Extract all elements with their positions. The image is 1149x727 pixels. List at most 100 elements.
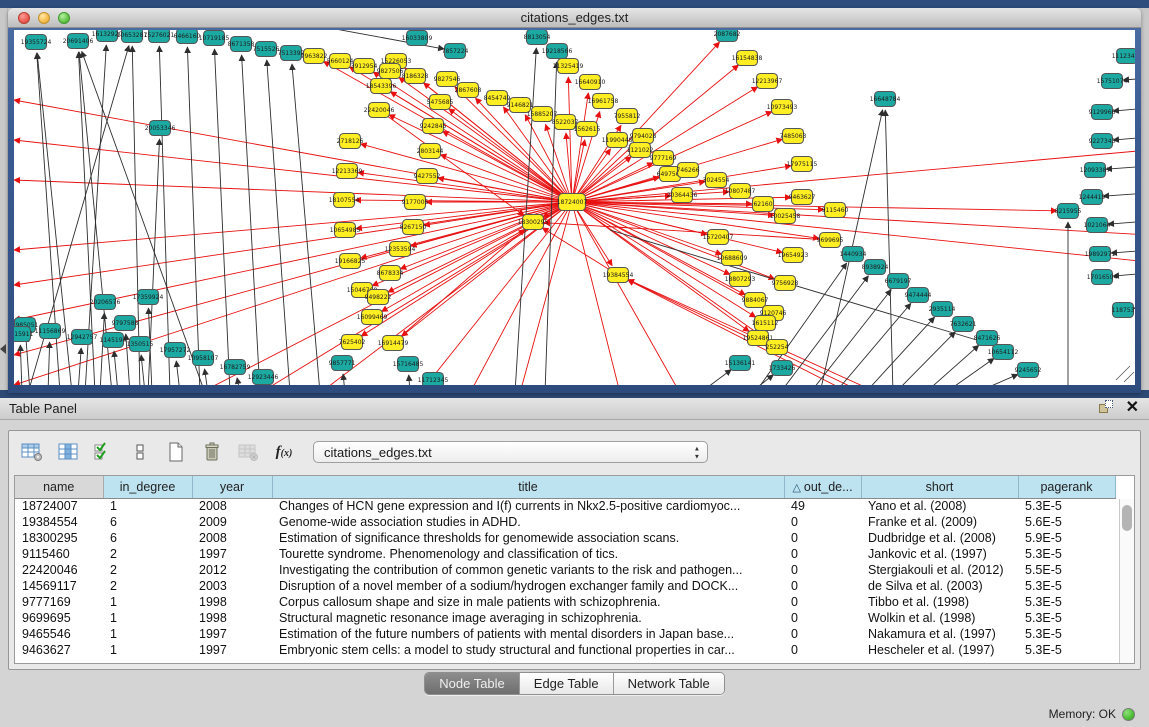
network-node[interactable]: 19218566 [542, 44, 573, 59]
table-cell[interactable]: Estimation of significance thresholds fo… [272, 530, 784, 546]
table-cell[interactable]: 18724007 [15, 498, 103, 514]
network-node[interactable]: 8186328 [402, 69, 429, 84]
column-header-pagerank[interactable]: pagerank [1018, 476, 1115, 498]
table-cell[interactable]: 9463627 [15, 642, 103, 658]
network-node[interactable]: 9474444 [905, 288, 932, 303]
network-node[interactable]: 16648784 [870, 92, 901, 107]
table-cell[interactable]: 5.3E-5 [1018, 626, 1115, 642]
network-node[interactable]: 9699695 [817, 233, 844, 248]
network-node[interactable]: 7632621 [950, 317, 977, 332]
network-node[interactable]: 9777169 [650, 151, 677, 166]
network-node[interactable]: 8671358 [228, 37, 255, 52]
table-cell[interactable]: 5.6E-5 [1018, 514, 1115, 530]
network-node[interactable]: 18543396 [366, 79, 397, 94]
table-cell[interactable]: 0 [784, 578, 861, 594]
table-cell[interactable]: 5.3E-5 [1018, 610, 1115, 626]
network-node[interactable]: 12353594 [385, 242, 416, 257]
table-cell[interactable]: 18300295 [15, 530, 103, 546]
table-cell[interactable]: 22420046 [15, 562, 103, 578]
network-node[interactable]: 9427552 [414, 169, 441, 184]
table-cell[interactable]: 1997 [192, 642, 272, 658]
network-node[interactable]: 15720407 [703, 230, 734, 245]
network-node[interactable]: 1440934 [840, 247, 867, 262]
table-cell[interactable]: 0 [784, 562, 861, 578]
network-node[interactable]: 9227343 [1089, 134, 1116, 149]
network-node[interactable]: 9756928 [772, 276, 799, 291]
network-node[interactable]: 1562615 [574, 122, 601, 137]
network-node[interactable]: 9857771 [329, 356, 356, 371]
network-node[interactable]: 2935114 [929, 302, 956, 317]
table-cell[interactable]: 1997 [192, 626, 272, 642]
network-node[interactable]: 5660124 [327, 54, 354, 69]
table-cell[interactable]: 2003 [192, 578, 272, 594]
table-cell[interactable]: 9777169 [15, 594, 103, 610]
table-row[interactable]: 1830029562008Estimation of significance … [15, 530, 1115, 546]
network-node[interactable]: 16154838 [732, 51, 763, 66]
network-node[interactable]: 10958107 [188, 351, 219, 366]
network-node[interactable]: 10688609 [717, 251, 748, 266]
row-height-icon[interactable] [127, 439, 153, 465]
table-cell[interactable]: 9465546 [15, 626, 103, 642]
network-node[interactable]: 16782759 [220, 360, 251, 375]
network-node[interactable]: 19166825 [335, 254, 366, 269]
table-cell[interactable]: 0 [784, 530, 861, 546]
table-cell[interactable]: 6 [103, 514, 192, 530]
table-cell[interactable]: Corpus callosum shape and size in male p… [272, 594, 784, 610]
network-hub-node[interactable]: 18724007 [557, 194, 588, 211]
network-node[interactable]: 9463627 [789, 190, 816, 205]
table-cell[interactable]: 1 [103, 610, 192, 626]
table-cell[interactable]: 2008 [192, 498, 272, 514]
network-node[interactable]: 9797588 [112, 316, 139, 331]
network-node[interactable]: 17975115 [787, 157, 818, 172]
network-node[interactable]: 20206576 [90, 295, 121, 310]
table-cell[interactable]: Hescheler et al. (1997) [861, 642, 1018, 658]
network-node[interactable]: 8215955 [1055, 204, 1082, 219]
table-cell[interactable]: 2 [103, 562, 192, 578]
table-cell[interactable]: 0 [784, 642, 861, 658]
table-cell[interactable]: 1 [103, 498, 192, 514]
network-node[interactable]: 9129966 [1089, 105, 1116, 120]
network-node[interactable]: 1350515 [127, 337, 154, 352]
table-cell[interactable]: 1997 [192, 546, 272, 562]
table-cell[interactable]: 2 [103, 546, 192, 562]
network-node[interactable]: 1021064 [1084, 218, 1111, 233]
table-cell[interactable]: 1 [103, 642, 192, 658]
network-node[interactable]: 18107554 [329, 193, 360, 208]
table-cell[interactable]: 2012 [192, 562, 272, 578]
table-row[interactable]: 911546021997Tourette syndrome. Phenomeno… [15, 546, 1115, 562]
network-node[interactable]: 7857224 [442, 44, 469, 59]
network-node[interactable]: 8267150 [400, 220, 427, 235]
table-cell[interactable]: 19384554 [15, 514, 103, 530]
table-cell[interactable]: Disruption of a novel member of a sodium… [272, 578, 784, 594]
column-header-name[interactable]: name [15, 476, 103, 498]
network-node[interactable]: 3915911 [14, 327, 34, 342]
table-cell[interactable]: Investigating the contribution of common… [272, 562, 784, 578]
network-node[interactable]: 5475685 [427, 95, 454, 110]
table-cell[interactable]: Genome-wide association studies in ADHD. [272, 514, 784, 530]
network-node[interactable]: 7955812 [614, 109, 641, 124]
delete-column-icon[interactable] [199, 439, 225, 465]
table-cell[interactable]: 5.3E-5 [1018, 546, 1115, 562]
network-node[interactable]: 16033809 [402, 31, 433, 46]
table-cell[interactable]: 5.3E-5 [1018, 498, 1115, 514]
network-node[interactable]: 12213369 [332, 164, 363, 179]
network-node[interactable]: 1733426 [769, 361, 796, 376]
table-cell[interactable]: 14569117 [15, 578, 103, 594]
table-mode-icon[interactable] [19, 439, 45, 465]
network-node[interactable]: 17016504 [1087, 270, 1118, 285]
close-icon[interactable]: ✕ [1126, 400, 1139, 415]
scrollbar-thumb[interactable] [1122, 505, 1132, 531]
column-header-out_degree[interactable]: △out_de... [784, 476, 861, 498]
network-node[interactable]: 2867608 [455, 83, 482, 98]
table-cell[interactable]: 5.5E-5 [1018, 562, 1115, 578]
table-cell[interactable]: Nakamura et al. (1997) [861, 626, 1018, 642]
network-node[interactable]: 746266 [677, 163, 700, 178]
table-cell[interactable]: 1998 [192, 610, 272, 626]
network-node[interactable]: 9242845 [420, 119, 447, 134]
table-cell[interactable]: Embryonic stem cells: a model to study s… [272, 642, 784, 658]
network-node[interactable]: 19355724 [21, 35, 52, 50]
table-cell[interactable]: 5.3E-5 [1018, 578, 1115, 594]
network-node[interactable]: 9245652 [1015, 363, 1042, 378]
table-cell[interactable]: Tibbo et al. (1998) [861, 594, 1018, 610]
show-column-icon[interactable] [55, 439, 81, 465]
